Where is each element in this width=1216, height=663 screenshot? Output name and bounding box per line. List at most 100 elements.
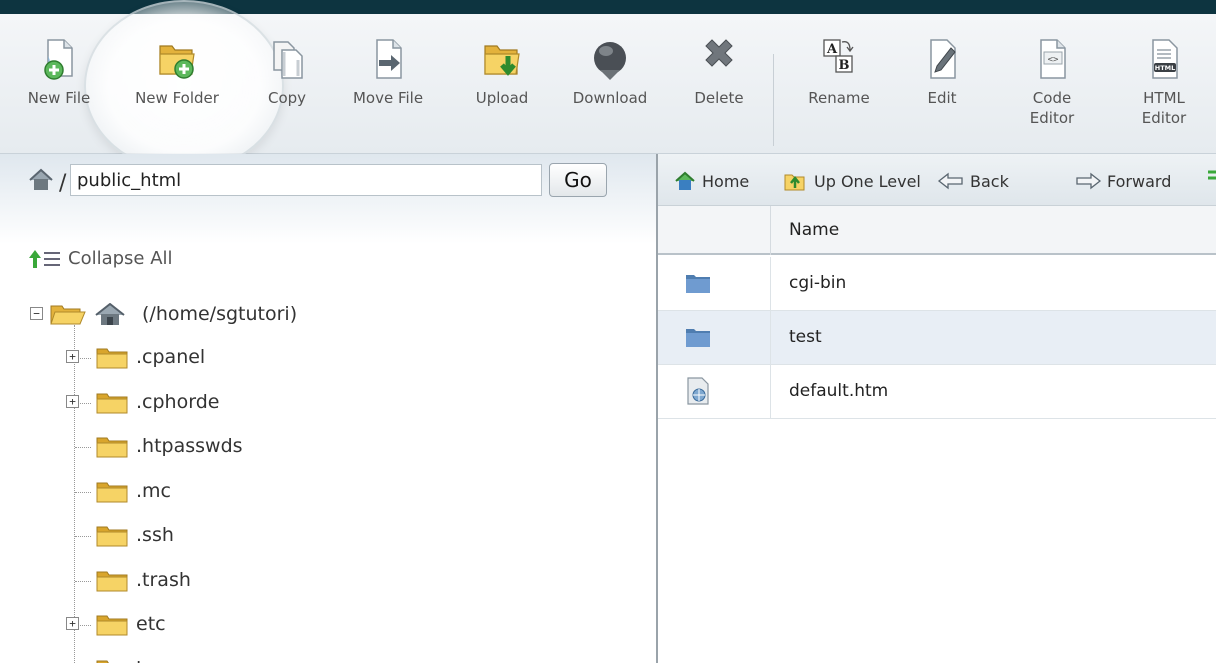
tree-item-label: .mc (136, 480, 171, 502)
tree-item[interactable]: + .cpanel (66, 343, 366, 373)
path-input[interactable] (70, 164, 542, 196)
html-editor-button[interactable]: HTML HTML Editor (1136, 14, 1192, 154)
download-button[interactable]: Download (564, 14, 656, 154)
tree-item-label: .trash (136, 569, 191, 591)
svg-text:HTML: HTML (1155, 64, 1175, 72)
edit-button[interactable]: Edit (918, 14, 966, 154)
new-folder-icon (159, 45, 195, 79)
tree-item-label: .ssh (136, 524, 174, 546)
rename-button[interactable]: A B Rename (798, 14, 880, 154)
upload-icon (484, 45, 520, 76)
collapse-all-label: Collapse All (68, 248, 173, 269)
up-one-level-label: Up One Level (814, 172, 921, 191)
header-icon-column (658, 206, 771, 255)
download-label: Download (572, 89, 648, 107)
tree-item-label: .htpasswds (136, 435, 243, 457)
tree-item[interactable]: logs (66, 655, 366, 663)
file-icon-cell (658, 257, 771, 311)
file-row[interactable]: cgi-bin (658, 257, 1216, 311)
collapse-toggle-icon[interactable]: − (30, 307, 43, 320)
forward-link[interactable]: Forward (1074, 170, 1194, 192)
edit-label: Edit (927, 89, 957, 107)
copy-label: Copy (267, 89, 307, 107)
move-file-label: Move File (352, 89, 424, 107)
folder-icon (96, 482, 128, 503)
code-editor-button[interactable]: <> Code Editor (1022, 14, 1082, 154)
folder-icon (96, 615, 128, 636)
navigation-bar: Home Up One Level Back Forward (658, 154, 1216, 206)
svg-text:A: A (826, 42, 838, 57)
delete-button[interactable]: Delete (688, 14, 750, 154)
tree-item-label: .cphorde (136, 391, 220, 413)
new-file-button[interactable]: New File (28, 14, 90, 154)
new-folder-label: New Folder (135, 89, 219, 107)
file-icon-cell (658, 365, 771, 419)
back-label: Back (970, 172, 1009, 191)
tree-item[interactable]: .htpasswds (66, 432, 366, 462)
up-one-level-link[interactable]: Up One Level (784, 170, 922, 192)
new-file-label: New File (27, 89, 91, 107)
upload-button[interactable]: Upload (468, 14, 536, 154)
name-column-header[interactable]: Name (789, 220, 839, 240)
copy-button[interactable]: Copy (262, 14, 312, 154)
home-link-label: Home (702, 172, 750, 191)
folder-icon (96, 660, 109, 663)
download-icon (594, 42, 626, 80)
rename-icon: A B (823, 39, 854, 73)
html-editor-icon: HTML (1152, 39, 1178, 79)
folder-icon (686, 329, 710, 347)
html-editor-label: HTML Editor (1141, 89, 1187, 127)
rename-label: Rename (808, 89, 870, 107)
reload-icon[interactable] (1204, 168, 1216, 192)
tree-item-label: etc (136, 613, 166, 635)
folder-icon (96, 437, 128, 458)
right-panel: Home Up One Level Back Forward Name cgi-… (658, 154, 1216, 663)
tree-item[interactable]: .mc (66, 477, 366, 507)
file-row[interactable]: default.htm (658, 365, 1216, 419)
go-button[interactable]: Go (549, 163, 607, 197)
file-icon-cell (658, 311, 771, 365)
copy-icon (273, 41, 303, 79)
home-nav-icon (675, 171, 695, 190)
expand-toggle-icon[interactable]: + (66, 350, 79, 363)
expand-toggle-icon[interactable]: + (66, 395, 79, 408)
back-arrow-icon (937, 172, 963, 190)
svg-text:B: B (839, 58, 850, 73)
move-file-button[interactable]: Move File (350, 14, 426, 154)
code-editor-icon: <> (1040, 39, 1066, 79)
delete-icon (705, 39, 733, 67)
file-table-header: Name (658, 206, 1216, 255)
home-folder-icon (95, 303, 125, 325)
tree-item-label: .cpanel (136, 346, 206, 368)
forward-label: Forward (1107, 172, 1172, 191)
delete-label: Delete (694, 89, 744, 107)
file-name: test (789, 327, 822, 347)
tree-item[interactable]: .trash (66, 566, 366, 596)
folder-icon (96, 348, 128, 369)
toolbar-separator (773, 54, 774, 146)
folder-icon (96, 526, 128, 547)
move-file-icon (376, 39, 402, 79)
svg-text:/: / (59, 171, 67, 194)
tree-item[interactable]: + .cphorde (66, 388, 366, 418)
file-name: cgi-bin (789, 273, 847, 293)
tree-item-label: logs (136, 658, 175, 663)
up-level-icon (784, 174, 805, 191)
edit-icon (930, 39, 956, 79)
upload-label: Upload (475, 89, 529, 107)
back-link[interactable]: Back (937, 170, 1009, 192)
open-folder-icon (50, 305, 86, 325)
home-link[interactable]: Home (674, 170, 768, 192)
tree-root[interactable]: − (/home/sgtutori) (30, 300, 430, 330)
tree-item[interactable]: + etc (66, 610, 366, 640)
home-icon[interactable]: / (27, 166, 69, 194)
new-folder-button[interactable]: New Folder (135, 14, 219, 154)
expand-toggle-icon[interactable]: + (66, 617, 79, 630)
collapse-icon (29, 250, 60, 268)
svg-text:<>: <> (1048, 55, 1059, 65)
file-row[interactable]: test (658, 311, 1216, 365)
toolbar: New File New Folder Copy Move File Uploa… (0, 0, 1216, 172)
folder-icon (96, 393, 128, 414)
tree-item[interactable]: .ssh (66, 521, 366, 551)
html-file-icon (687, 377, 709, 405)
